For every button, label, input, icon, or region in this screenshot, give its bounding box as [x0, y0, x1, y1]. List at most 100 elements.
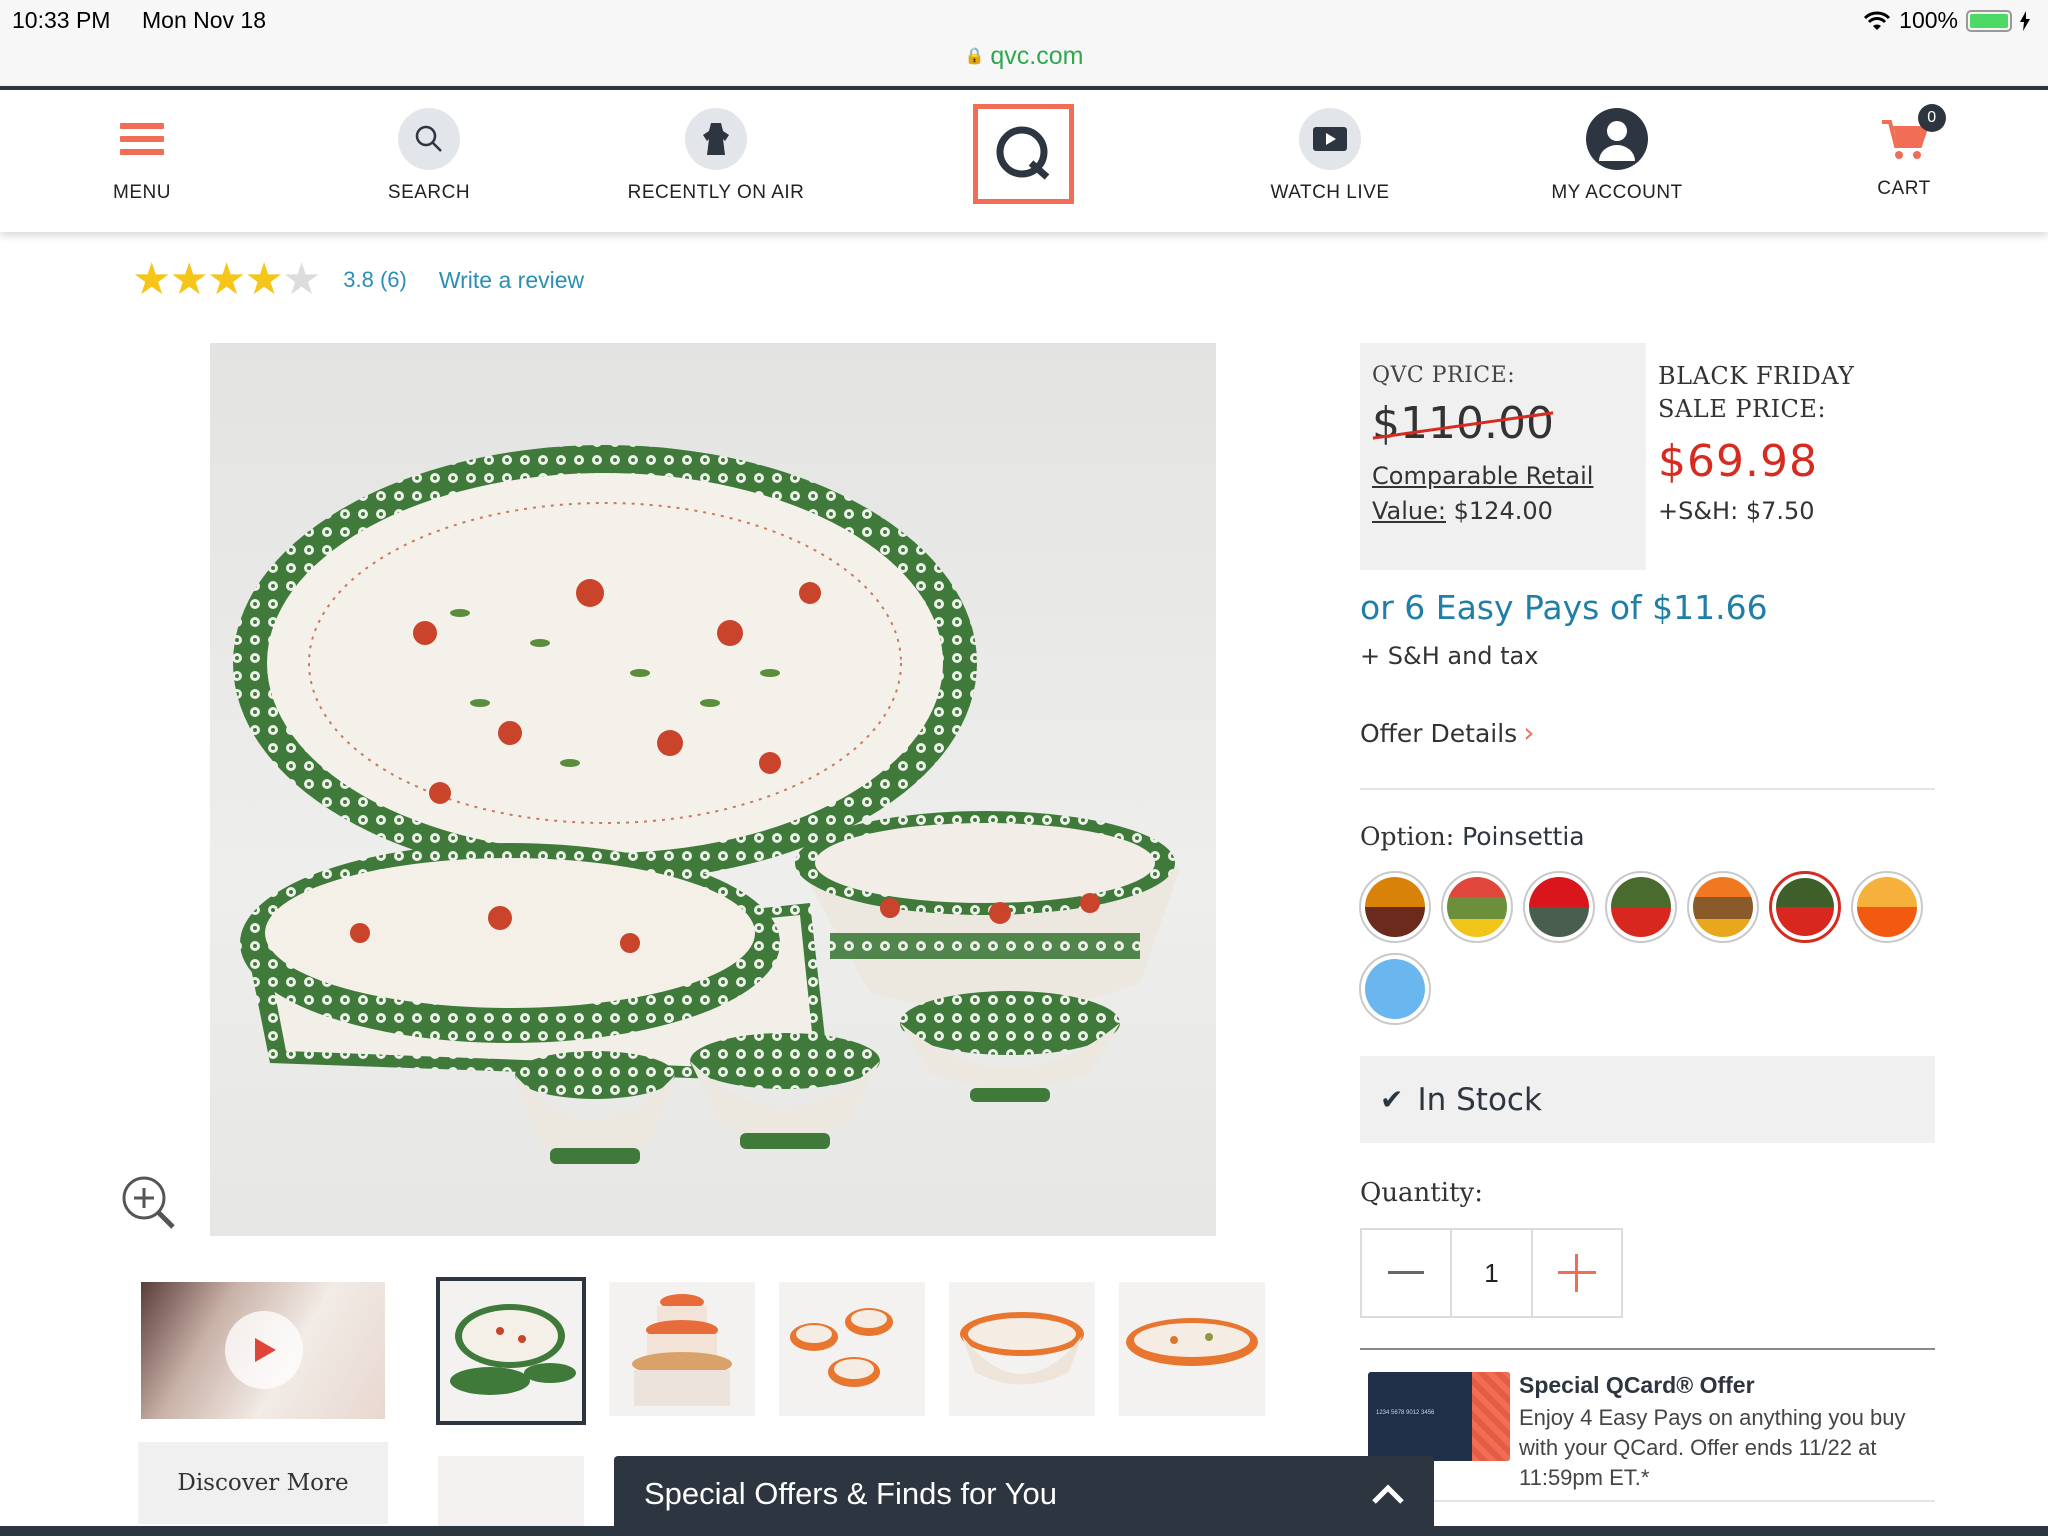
- user-icon: [1586, 108, 1648, 170]
- minus-icon: [1388, 1271, 1424, 1274]
- sale-price-box: BLACK FRIDAY SALE PRICE: $69.98 +S&H: $7…: [1658, 360, 1918, 525]
- bottom-strip: [0, 1526, 2048, 1536]
- thumbnail-stacked-bowls[interactable]: [609, 1282, 755, 1416]
- sh-tax-note: + S&H and tax: [1360, 642, 1539, 670]
- url-bar[interactable]: 🔒 qvc.com: [0, 40, 2048, 86]
- star-icon: ★: [244, 255, 284, 304]
- product-main-image[interactable]: [210, 343, 1216, 1236]
- option-swatch[interactable]: [1605, 871, 1677, 943]
- watch-live-button[interactable]: WATCH LIVE: [1230, 108, 1430, 204]
- option-swatch[interactable]: [1359, 871, 1431, 943]
- star-empty-icon: ★: [281, 255, 322, 304]
- battery-icon: [1966, 9, 2012, 32]
- charging-icon: [2020, 10, 2030, 31]
- quantity-value[interactable]: 1: [1452, 1230, 1531, 1316]
- menu-label: MENU: [113, 182, 171, 203]
- watch-live-label: WATCH LIVE: [1270, 182, 1390, 203]
- option-swatch[interactable]: [1441, 871, 1513, 943]
- rating-count-link[interactable]: 3.8 (6): [343, 267, 407, 293]
- plus-icon: [1558, 1254, 1596, 1292]
- hamburger-icon: [120, 108, 164, 170]
- option-swatch[interactable]: [1769, 871, 1841, 943]
- swatch-color: [1365, 959, 1425, 1019]
- divider: [1360, 788, 1935, 790]
- comparable-retail-link[interactable]: Comparable Retail: [1372, 462, 1593, 490]
- status-time: 10:33 PM: [12, 7, 111, 33]
- quantity-stepper: 1: [1360, 1228, 1623, 1318]
- discover-more-button[interactable]: Discover More: [138, 1442, 388, 1524]
- play-video-icon: [1299, 108, 1361, 170]
- dress-icon: [685, 108, 747, 170]
- sale-price: $69.98: [1658, 436, 1818, 487]
- recently-on-air-button[interactable]: RECENTLY ON AIR: [616, 108, 816, 204]
- thumbnail-large-bowl[interactable]: [949, 1282, 1095, 1416]
- qcard-image: 1234 5678 9012 3456: [1368, 1372, 1510, 1461]
- search-button[interactable]: SEARCH: [329, 108, 529, 204]
- chevron-up-icon[interactable]: [1370, 1476, 1406, 1512]
- checkmark-icon: ✔: [1380, 1083, 1404, 1116]
- qvc-price-label: QVC PRICE:: [1372, 363, 1516, 388]
- swatch-color: [1857, 877, 1917, 937]
- swatch-color: [1611, 877, 1671, 937]
- swatch-color: [1529, 877, 1589, 937]
- status-bar: 10:33 PM Mon Nov 18 100%: [0, 0, 2048, 44]
- url-text: qvc.com: [990, 42, 1084, 70]
- star-icon: ★: [169, 255, 209, 304]
- chevron-right-icon: ›: [1523, 716, 1535, 749]
- quantity-label: Quantity:: [1360, 1178, 1483, 1208]
- sale-label-line2: SALE PRICE:: [1658, 395, 1827, 423]
- option-swatch[interactable]: [1359, 953, 1431, 1025]
- q-logo-icon: [996, 126, 1049, 180]
- option-selected-value: Poinsettia: [1462, 822, 1585, 851]
- easy-pays: or 6 Easy Pays of $11.66: [1360, 588, 1768, 627]
- thumbnail-next[interactable]: [438, 1456, 584, 1536]
- my-account-label: MY ACCOUNT: [1551, 182, 1683, 203]
- qcard-offer-body: Enjoy 4 Easy Pays on anything you buy wi…: [1519, 1405, 1906, 1490]
- cart-label: CART: [1877, 178, 1931, 199]
- cart-button[interactable]: 0 CART: [1804, 104, 2004, 200]
- recently-on-air-label: RECENTLY ON AIR: [627, 182, 805, 203]
- product-rating: ★ ★ ★ ★ ★ 3.8 (6) Write a review: [132, 258, 584, 302]
- menu-button[interactable]: MENU: [42, 108, 242, 204]
- search-label: SEARCH: [387, 182, 471, 203]
- comparable-retail-value: $124.00: [1453, 497, 1553, 525]
- qvc-logo[interactable]: [973, 104, 1074, 204]
- thumbnail-main-set[interactable]: [436, 1277, 586, 1425]
- option-selection: Option: Poinsettia: [1360, 822, 1585, 851]
- stock-status-text: In Stock: [1417, 1081, 1542, 1118]
- offer-details-label: Offer Details: [1360, 719, 1518, 748]
- option-swatch[interactable]: [1851, 871, 1923, 943]
- swatch-color: [1447, 877, 1507, 937]
- comparable-retail: Comparable Retail Value: $124.00: [1372, 459, 1634, 529]
- write-review-link[interactable]: Write a review: [439, 267, 584, 294]
- swatch-color: [1693, 877, 1753, 937]
- option-swatch[interactable]: [1687, 871, 1759, 943]
- qcard-number: 1234 5678 9012 3456: [1376, 1410, 1435, 1416]
- status-date: Mon Nov 18: [142, 7, 267, 33]
- my-account-button[interactable]: MY ACCOUNT: [1517, 108, 1717, 204]
- battery-percent: 100%: [1899, 7, 1958, 33]
- special-offers-label: Special Offers & Finds for You: [644, 1476, 1057, 1511]
- header-nav: MENU SEARCH RECENTLY ON AIR WATCH LIVE M…: [0, 86, 2048, 232]
- quantity-increase-button[interactable]: [1531, 1230, 1621, 1316]
- dinnerware-set-illustration: [233, 445, 1180, 1164]
- thumbnail-oval-baker[interactable]: [1119, 1282, 1265, 1416]
- cart-count-badge: 0: [1918, 104, 1946, 132]
- special-offers-bar[interactable]: Special Offers & Finds for You: [614, 1456, 1434, 1536]
- qvc-price-strikethrough: $110.00: [1372, 398, 1554, 449]
- stock-status: ✔ In Stock: [1360, 1056, 1935, 1143]
- quantity-decrease-button[interactable]: [1362, 1230, 1452, 1316]
- offer-details-link[interactable]: Offer Details ›: [1360, 716, 1534, 749]
- divider: [1360, 1348, 1935, 1350]
- qvc-price-box: QVC PRICE: $110.00 Comparable Retail Val…: [1360, 343, 1646, 570]
- comparable-retail-value-word[interactable]: Value:: [1372, 497, 1446, 525]
- option-swatch[interactable]: [1523, 871, 1595, 943]
- zoom-in-icon[interactable]: [118, 1172, 178, 1232]
- thumbnail-video[interactable]: [141, 1282, 385, 1419]
- play-icon[interactable]: [225, 1311, 303, 1389]
- divider: [1360, 1500, 1935, 1502]
- swatch-color: [1365, 877, 1425, 937]
- status-indicators: 100%: [1863, 7, 2030, 34]
- thumbnail-small-bowls[interactable]: [779, 1282, 925, 1416]
- swatch-color: [1776, 878, 1834, 936]
